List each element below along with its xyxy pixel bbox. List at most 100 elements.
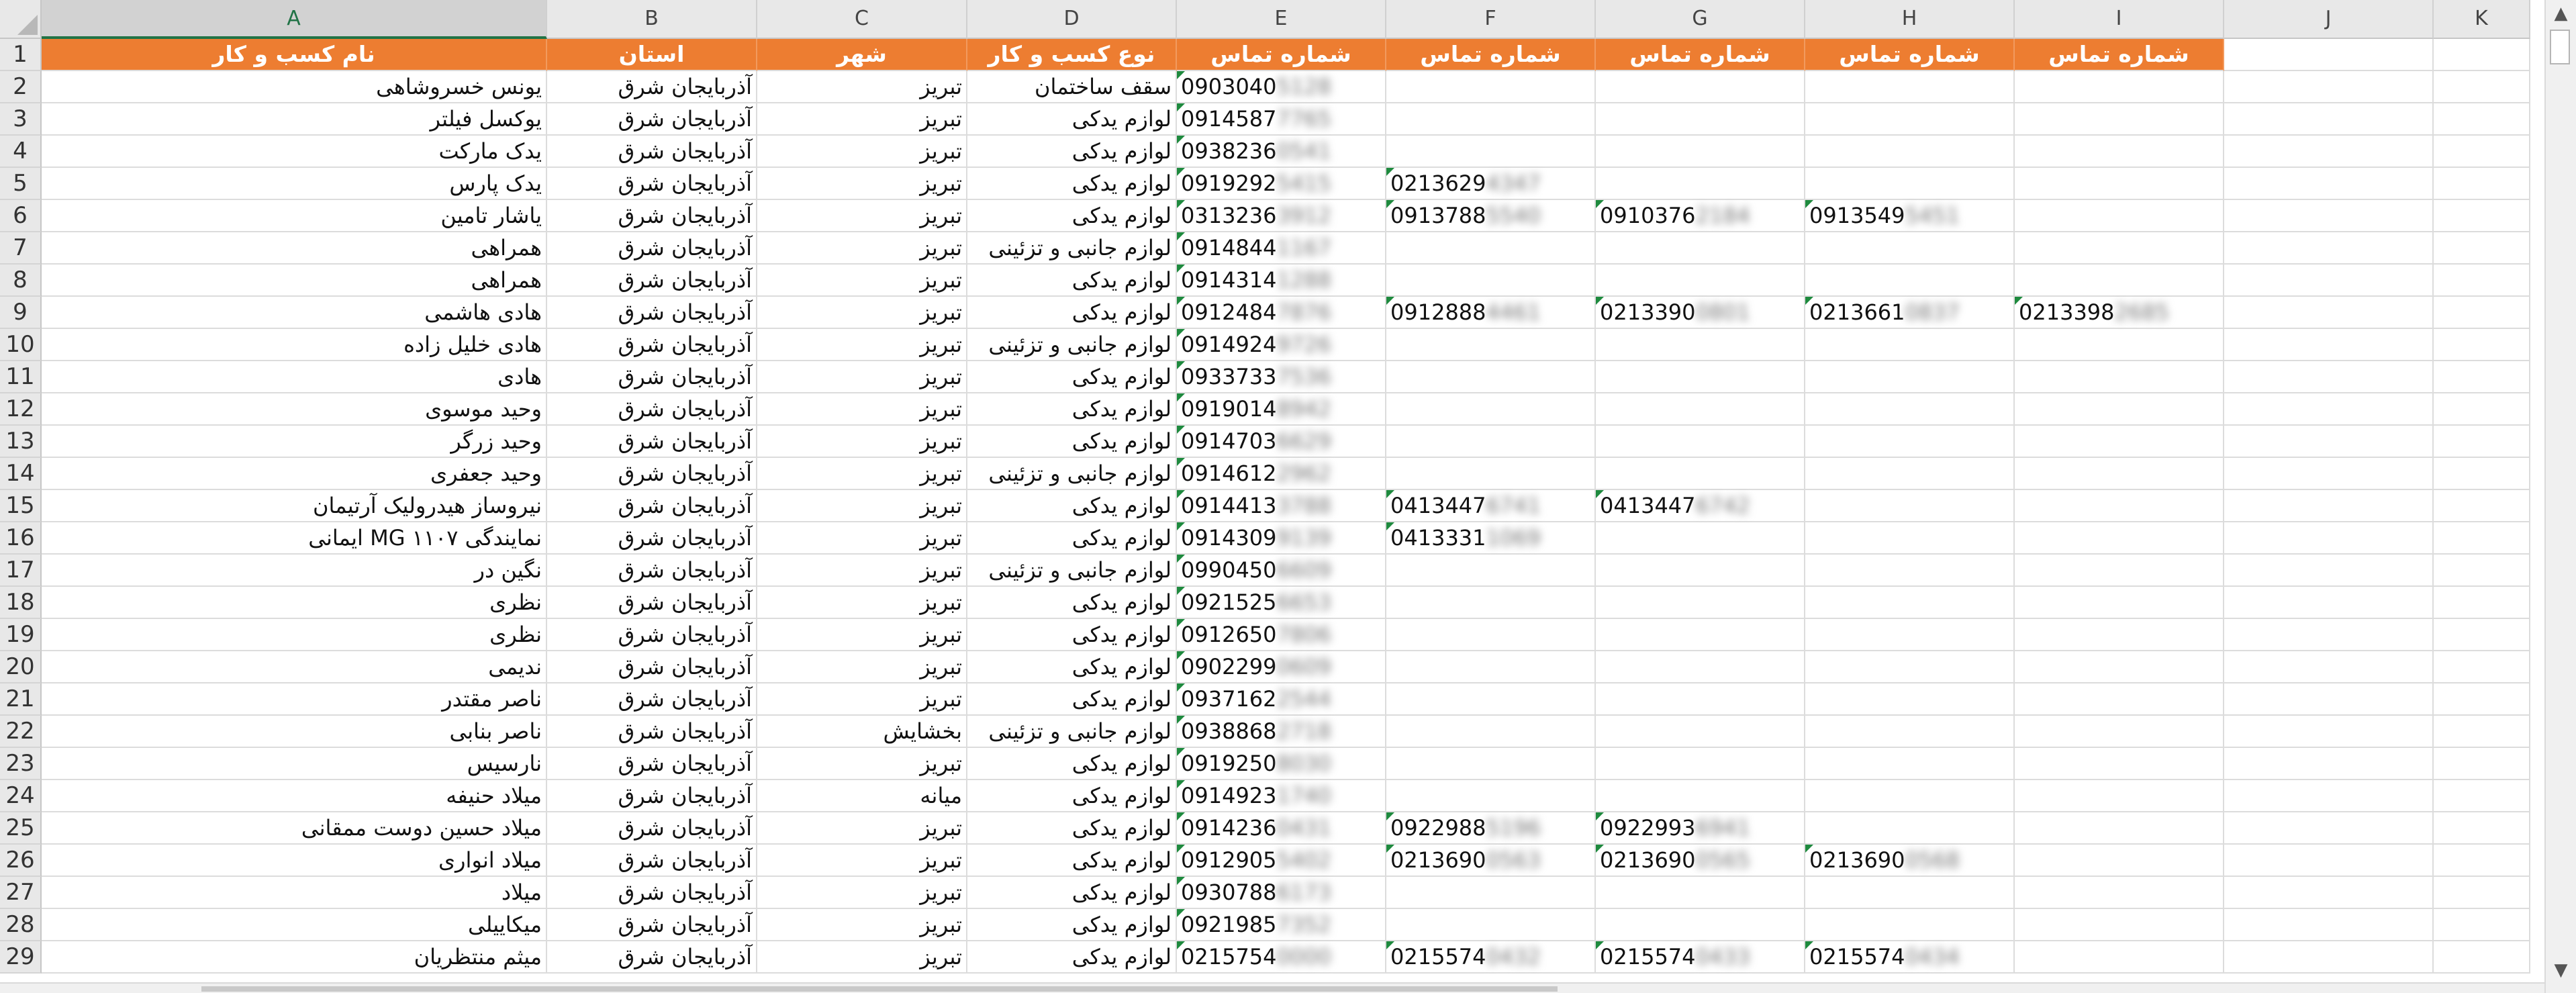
empty-cell[interactable] xyxy=(2224,716,2434,748)
row-header[interactable]: 28 xyxy=(0,909,42,941)
phone-cell[interactable] xyxy=(1596,555,1805,587)
phone-cell[interactable]: 09142360431 xyxy=(1177,812,1386,845)
business-type-cell[interactable]: لوازم یدکی xyxy=(967,265,1177,297)
phone-cell[interactable] xyxy=(1805,812,2015,845)
city-cell[interactable]: بخشایش xyxy=(757,716,967,748)
province-cell[interactable]: آذربایجان شرق xyxy=(547,458,757,490)
column-header-k[interactable]: K xyxy=(2434,0,2530,39)
phone-cell[interactable]: 09030405128 xyxy=(1177,71,1386,103)
phone-cell[interactable] xyxy=(2015,168,2224,200)
city-cell[interactable]: تبریز xyxy=(757,619,967,651)
phone-cell[interactable] xyxy=(2015,683,2224,716)
phone-cell[interactable] xyxy=(1805,329,2015,361)
city-cell[interactable]: تبریز xyxy=(757,458,967,490)
empty-cell[interactable] xyxy=(2224,329,2434,361)
header-cell[interactable]: شماره تماس xyxy=(1386,39,1596,71)
phone-cell[interactable] xyxy=(1805,780,2015,812)
phone-cell[interactable] xyxy=(2015,651,2224,683)
phone-cell[interactable]: 02136294347 xyxy=(1386,168,1596,200)
phone-cell[interactable] xyxy=(1386,232,1596,265)
business-name-cell[interactable]: وحید موسوی xyxy=(42,393,547,426)
phone-cell[interactable]: 02155740433 xyxy=(1596,941,1805,974)
business-type-cell[interactable]: لوازم یدکی xyxy=(967,297,1177,329)
empty-cell[interactable] xyxy=(2434,458,2530,490)
empty-cell[interactable] xyxy=(2434,651,2530,683)
province-cell[interactable]: آذربایجان شرق xyxy=(547,587,757,619)
phone-cell[interactable] xyxy=(1805,716,2015,748)
horizontal-scroll-thumb[interactable] xyxy=(201,986,1558,992)
province-cell[interactable]: آذربایجان شرق xyxy=(547,555,757,587)
phone-cell[interactable] xyxy=(2015,136,2224,168)
city-cell[interactable]: تبریز xyxy=(757,200,967,232)
phone-cell[interactable]: 02136610837 xyxy=(1805,297,2015,329)
business-name-cell[interactable]: میلاد حنیفه xyxy=(42,780,547,812)
empty-cell[interactable] xyxy=(2224,555,2434,587)
phone-cell[interactable]: 09229885196 xyxy=(1386,812,1596,845)
phone-cell[interactable]: 02155740434 xyxy=(1805,941,2015,974)
province-cell[interactable]: آذربایجان شرق xyxy=(547,103,757,136)
business-name-cell[interactable]: میکاییلی xyxy=(42,909,547,941)
phone-cell[interactable] xyxy=(2015,393,2224,426)
phone-cell[interactable] xyxy=(1805,393,2015,426)
horizontal-scrollbar[interactable] xyxy=(0,982,2544,993)
phone-cell[interactable] xyxy=(2015,909,2224,941)
phone-cell[interactable]: 09148441167 xyxy=(1177,232,1386,265)
city-cell[interactable]: تبریز xyxy=(757,941,967,974)
phone-cell[interactable] xyxy=(2015,329,2224,361)
phone-cell[interactable] xyxy=(1386,329,1596,361)
phone-cell[interactable] xyxy=(1596,103,1805,136)
row-header[interactable]: 7 xyxy=(0,232,42,265)
business-type-cell[interactable]: لوازم یدکی xyxy=(967,748,1177,780)
row-header[interactable]: 17 xyxy=(0,555,42,587)
phone-cell[interactable] xyxy=(1805,71,2015,103)
business-type-cell[interactable]: لوازم جانبی و تزئینی xyxy=(967,555,1177,587)
empty-cell[interactable] xyxy=(2434,941,2530,974)
province-cell[interactable]: آذربایجان شرق xyxy=(547,329,757,361)
city-cell[interactable]: تبریز xyxy=(757,71,967,103)
business-name-cell[interactable]: هادی هاشمی xyxy=(42,297,547,329)
phone-cell[interactable] xyxy=(1386,265,1596,297)
city-cell[interactable]: تبریز xyxy=(757,136,967,168)
province-cell[interactable]: آذربایجان شرق xyxy=(547,716,757,748)
phone-cell[interactable] xyxy=(1805,587,2015,619)
phone-cell[interactable]: 09147036629 xyxy=(1177,426,1386,458)
row-header[interactable]: 1 xyxy=(0,39,42,71)
business-type-cell[interactable]: لوازم یدکی xyxy=(967,941,1177,974)
phone-cell[interactable]: 09371622544 xyxy=(1177,683,1386,716)
phone-cell[interactable]: 09192925415 xyxy=(1177,168,1386,200)
row-header[interactable]: 27 xyxy=(0,877,42,909)
city-cell[interactable]: تبریز xyxy=(757,232,967,265)
phone-cell[interactable] xyxy=(2015,845,2224,877)
province-cell[interactable]: آذربایجان شرق xyxy=(547,200,757,232)
phone-cell[interactable]: 09128884461 xyxy=(1386,297,1596,329)
phone-cell[interactable] xyxy=(2015,265,2224,297)
phone-cell[interactable] xyxy=(1596,458,1805,490)
row-header[interactable]: 13 xyxy=(0,426,42,458)
empty-cell[interactable] xyxy=(2434,845,2530,877)
row-header[interactable]: 9 xyxy=(0,297,42,329)
empty-cell[interactable] xyxy=(2434,555,2530,587)
phone-cell[interactable] xyxy=(1805,522,2015,555)
phone-cell[interactable]: 03132363912 xyxy=(1177,200,1386,232)
empty-cell[interactable] xyxy=(2224,812,2434,845)
phone-cell[interactable] xyxy=(1596,361,1805,393)
province-cell[interactable]: آذربایجان شرق xyxy=(547,845,757,877)
phone-cell[interactable]: 04134476742 xyxy=(1596,490,1805,522)
province-cell[interactable]: آذربایجان شرق xyxy=(547,941,757,974)
city-cell[interactable]: تبریز xyxy=(757,168,967,200)
business-type-cell[interactable]: لوازم جانبی و تزئینی xyxy=(967,232,1177,265)
phone-cell[interactable] xyxy=(1386,748,1596,780)
province-cell[interactable]: آذربایجان شرق xyxy=(547,297,757,329)
phone-cell[interactable] xyxy=(1805,651,2015,683)
business-type-cell[interactable]: لوازم یدکی xyxy=(967,426,1177,458)
phone-cell[interactable] xyxy=(1596,877,1805,909)
business-name-cell[interactable]: میلاد انواری xyxy=(42,845,547,877)
phone-cell[interactable] xyxy=(2015,716,2224,748)
business-type-cell[interactable]: لوازم یدکی xyxy=(967,812,1177,845)
province-cell[interactable]: آذربایجان شرق xyxy=(547,393,757,426)
business-name-cell[interactable]: وحید جعفری xyxy=(42,458,547,490)
empty-cell[interactable] xyxy=(2224,587,2434,619)
empty-cell[interactable] xyxy=(2434,329,2530,361)
phone-cell[interactable] xyxy=(1386,426,1596,458)
city-cell[interactable]: تبریز xyxy=(757,812,967,845)
